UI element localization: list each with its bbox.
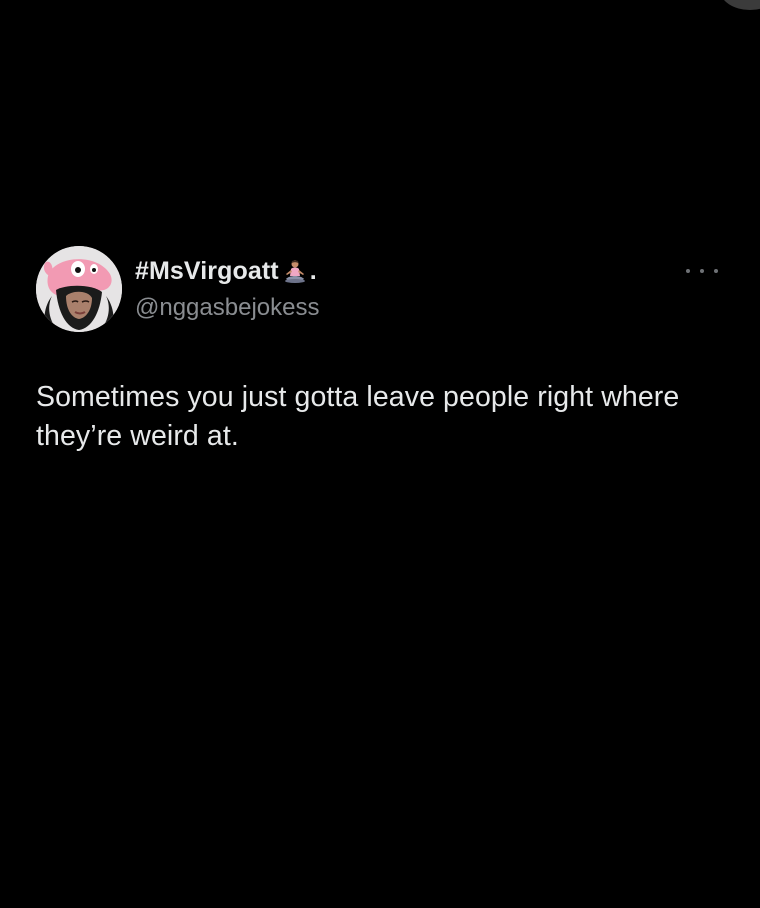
author-handle[interactable]: @nggasbejokess [135,294,319,322]
corner-overlay-shape [720,0,760,10]
avatar-image [36,246,122,332]
author-name-line[interactable]: #MsVirgoatt . [135,257,317,286]
tweet-card[interactable]: #MsVirgoatt . @nggasbejokess Sometimes y… [36,246,726,452]
avatar[interactable] [36,246,122,332]
more-options-icon[interactable] [686,264,718,278]
person-in-lotus-position-icon [282,259,308,285]
tweet-text: Sometimes you just gotta leave people ri… [36,381,680,452]
author-name-suffix: . [309,257,317,285]
more-dot [714,269,718,273]
screenshot-page: #MsVirgoatt . @nggasbejokess Sometimes y… [0,0,760,908]
author-display-name[interactable]: #MsVirgoatt [135,257,279,286]
more-dot [686,269,690,273]
more-dot [700,269,704,273]
tweet-header: #MsVirgoatt . @nggasbejokess [36,246,726,334]
